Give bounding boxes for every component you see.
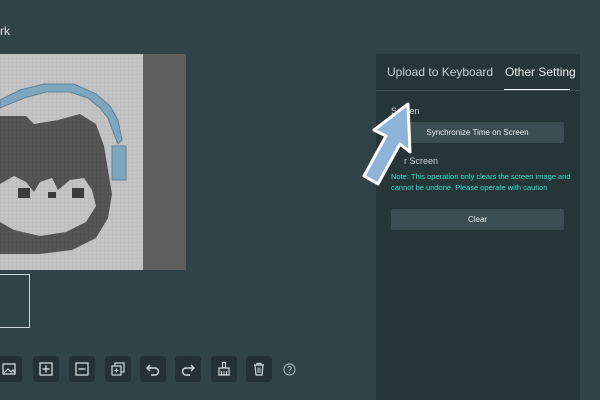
pixel-art-canvas[interactable] bbox=[0, 54, 186, 270]
image-icon bbox=[2, 363, 16, 375]
clear-brush-icon bbox=[218, 361, 230, 376]
redo-icon bbox=[181, 364, 195, 376]
add-frame-button[interactable] bbox=[33, 356, 59, 382]
tab-other-setting[interactable]: Other Setting bbox=[505, 65, 576, 79]
add-frame-icon bbox=[39, 362, 53, 376]
tab-upload-to-keyboard[interactable]: Upload to Keyboard bbox=[387, 65, 493, 79]
cat-with-headphones-pixel-art[interactable] bbox=[0, 54, 186, 270]
clear-button[interactable]: Clear bbox=[391, 209, 564, 230]
tabs-divider bbox=[376, 90, 580, 91]
settings-tabs: Upload to Keyboard Other Setting bbox=[376, 54, 580, 91]
redo-button[interactable] bbox=[175, 356, 201, 382]
remove-frame-icon bbox=[75, 362, 89, 376]
copy-frame-button[interactable] bbox=[105, 356, 131, 382]
trash-icon bbox=[254, 362, 264, 376]
copy-frame-icon bbox=[111, 362, 125, 376]
frame-thumbnail[interactable] bbox=[0, 274, 30, 328]
image-button[interactable] bbox=[0, 356, 22, 382]
clear-brush-button[interactable] bbox=[211, 356, 237, 382]
pointer-arrow-icon bbox=[362, 102, 412, 186]
delete-button[interactable] bbox=[246, 356, 272, 382]
help-icon[interactable] bbox=[283, 363, 296, 376]
undo-icon bbox=[146, 364, 160, 376]
remove-frame-button[interactable] bbox=[69, 356, 95, 382]
editor-title: rk bbox=[0, 24, 10, 38]
undo-button[interactable] bbox=[140, 356, 166, 382]
